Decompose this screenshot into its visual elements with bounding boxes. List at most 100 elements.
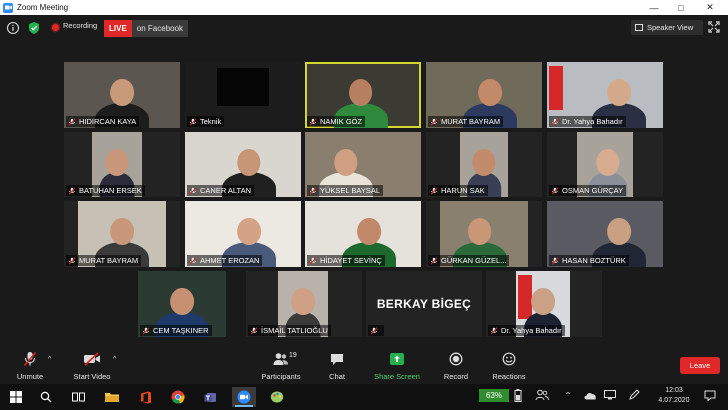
file-explorer-icon[interactable] (100, 387, 124, 407)
office-icon[interactable] (134, 387, 158, 407)
notifications-icon[interactable] (702, 387, 718, 403)
reactions-button[interactable]: Reactions (489, 347, 529, 384)
shield-icon[interactable] (27, 21, 41, 35)
muted-microphone-icon (189, 186, 197, 195)
participant-tile[interactable]: GÜRKAN GÜZEL... (426, 201, 542, 267)
muted-microphone-icon (68, 256, 76, 265)
zoom-taskbar-icon[interactable] (232, 387, 256, 407)
search-icon[interactable] (34, 387, 58, 407)
info-icon[interactable] (6, 21, 20, 35)
muted-microphone-icon (142, 326, 150, 335)
onedrive-cloud-icon[interactable] (582, 387, 598, 403)
chat-icon (331, 354, 343, 365)
tray-chevron-up-icon[interactable]: ⌃ (562, 387, 574, 403)
audio-options-caret-icon[interactable]: ^ (48, 356, 51, 363)
maximize-icon[interactable]: □ (669, 0, 693, 15)
live-stream-badge[interactable]: LIVE on Facebook (104, 20, 189, 37)
clock-date: 4.07.2020 (658, 397, 690, 404)
chrome-icon[interactable] (166, 387, 190, 407)
muted-microphone-icon (68, 186, 76, 195)
participant-head (236, 218, 261, 246)
leave-button[interactable]: Leave (680, 357, 720, 374)
participant-tile[interactable]: CEM TAŞKINER (138, 271, 226, 337)
participant-head (291, 288, 315, 316)
flag-icon (549, 66, 563, 110)
muted-microphone-icon (551, 186, 559, 195)
paint-icon[interactable] (265, 387, 289, 407)
participant-name-label: HASAN BOZTÜRK (549, 255, 629, 266)
participant-name-label: GÜRKAN GÜZEL... (428, 255, 510, 266)
task-view-icon[interactable] (66, 387, 90, 407)
participant-tile[interactable]: BERKAY BİGEÇ (366, 271, 482, 337)
people-icon[interactable] (534, 387, 550, 403)
participant-name: AHMET EROZAN (200, 256, 260, 265)
participants-button[interactable]: 19 Participants (258, 347, 304, 384)
participant-name: Teknik (200, 117, 222, 126)
participant-tile[interactable]: MURAT BAYRAM (426, 62, 542, 128)
participant-name-label: OSMAN GÜRÇAY (549, 185, 627, 196)
start-video-label: Start Video (73, 372, 111, 381)
participant-head (607, 79, 631, 107)
participant-head (110, 79, 134, 107)
participant-name-label: NAMIK GÖZ (307, 116, 366, 127)
battery-indicator[interactable]: 63% (479, 389, 509, 402)
window-title: Zoom Meeting (17, 3, 69, 12)
close-icon[interactable]: ✕ (698, 0, 722, 15)
participant-name-label: MURAT BAYRAM (428, 116, 504, 127)
participant-name: HİDAYET SEVİNÇ (320, 256, 382, 265)
participant-name-label (368, 325, 384, 336)
participant-tile[interactable]: HASAN BOZTÜRK (547, 201, 663, 267)
participant-name-label: Dr. Yahya Bahadır (549, 116, 626, 127)
participant-tile[interactable]: BATUHAN ERSEK (64, 132, 180, 197)
participant-name: NAMIK GÖZ (320, 117, 363, 126)
participant-head (531, 288, 555, 316)
participants-label: Participants (261, 372, 301, 381)
participant-name: HASAN BOZTÜRK (562, 256, 626, 265)
participant-tile[interactable]: HİDAYET SEVİNÇ (305, 201, 421, 267)
video-off-icon (84, 352, 100, 366)
participant-head (356, 218, 381, 246)
teams-icon[interactable] (199, 387, 223, 407)
participant-tile[interactable]: YÜKSEL BAYSAL (305, 132, 421, 197)
minimize-icon[interactable]: — (642, 0, 666, 15)
muted-microphone-icon (370, 326, 378, 335)
share-screen-button[interactable]: Share Screen (372, 347, 422, 384)
participant-tile[interactable]: İSMAİL TATLIOĞLU (246, 271, 362, 337)
participant-name: Dr. Yahya Bahadır (562, 117, 623, 126)
muted-microphone-icon (23, 351, 37, 367)
participant-tile[interactable]: MURAT BAYRAM (64, 201, 180, 267)
participant-name: MURAT BAYRAM (441, 117, 501, 126)
participant-tile[interactable]: Dr. Yahya Bahadır (486, 271, 602, 337)
participant-tile[interactable]: AHMET EROZAN (185, 201, 301, 267)
participant-tile[interactable]: HARUN SAK (426, 132, 542, 197)
recording-indicator-icon (52, 24, 59, 31)
flag-icon (518, 275, 532, 319)
reactions-label: Reactions (492, 372, 526, 381)
participant-name-label: CEM TAŞKINER (140, 325, 212, 336)
participant-tile[interactable]: Dr. Yahya Bahadır (547, 62, 663, 128)
live-target-label: on Facebook (131, 20, 189, 37)
fullscreen-icon[interactable] (708, 21, 720, 33)
participant-head (333, 148, 358, 176)
system-clock[interactable]: 12:03 4.07.2020 (651, 386, 697, 406)
participant-name-label: BATUHAN ERSEK (66, 185, 145, 196)
participant-tile[interactable]: HIDIRCAN KAYA (64, 62, 180, 128)
video-options-caret-icon[interactable]: ^ (113, 356, 116, 363)
pen-icon[interactable] (627, 387, 641, 403)
participant-tile[interactable]: Teknik (185, 62, 301, 128)
participant-tile[interactable]: CANER ALTAN (185, 132, 301, 197)
participant-tile[interactable]: OSMAN GÜRÇAY (547, 132, 663, 197)
record-button[interactable]: Record (440, 347, 472, 384)
windows-start-icon[interactable] (4, 387, 28, 407)
chat-button[interactable]: Chat (322, 347, 352, 384)
start-video-button[interactable]: Start Video (70, 347, 114, 384)
muted-microphone-icon (430, 186, 438, 195)
participant-tile[interactable]: NAMIK GÖZ (305, 62, 421, 128)
display-icon[interactable] (603, 387, 617, 403)
participant-name-label: HIDIRCAN KAYA (66, 116, 140, 127)
participant-name: CANER ALTAN (200, 186, 251, 195)
window-titlebar: Zoom Meeting (0, 0, 728, 15)
speaker-view-button[interactable]: Speaker View (631, 20, 703, 35)
unmute-button[interactable]: Unmute (10, 347, 50, 384)
participant-head (237, 148, 261, 176)
